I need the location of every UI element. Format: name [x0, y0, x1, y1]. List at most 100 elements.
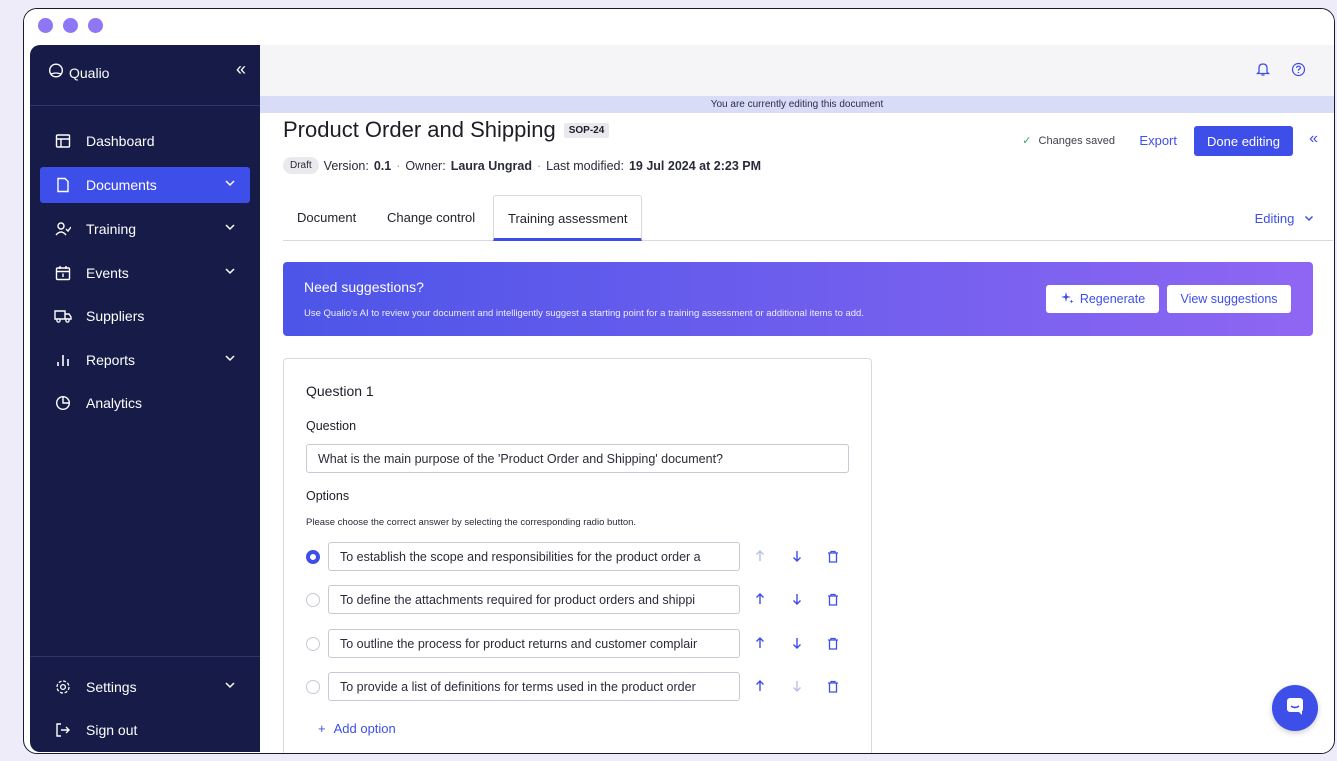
truck-icon: [54, 307, 72, 325]
document-icon: [54, 176, 72, 194]
tab-document[interactable]: Document: [283, 195, 370, 241]
chat-icon: [1285, 696, 1305, 721]
move-up-icon[interactable]: [753, 592, 767, 606]
done-editing-button[interactable]: Done editing: [1194, 126, 1293, 156]
sidebar-item-sign-out[interactable]: Sign out: [40, 712, 250, 748]
sidebar-item-label: Suppliers: [86, 308, 145, 324]
tab-bar: Document Change control Training assessm…: [283, 195, 1333, 241]
collapse-panel-icon[interactable]: «: [1309, 130, 1318, 148]
sidebar-item-training[interactable]: Training: [40, 211, 250, 247]
sidebar-item-reports[interactable]: Reports: [40, 342, 250, 378]
pie-chart-icon: [54, 394, 72, 412]
sidebar-item-label: Documents: [86, 177, 157, 193]
move-up-icon[interactable]: [753, 679, 767, 693]
sidebar: Qualio « Dashboard Documents Training Ev…: [30, 45, 260, 752]
brand-name: Qualio: [69, 64, 110, 81]
chevron-down-icon: [224, 220, 236, 236]
option-input[interactable]: [328, 585, 740, 614]
trash-icon[interactable]: [826, 592, 840, 606]
sidebar-item-label: Training: [86, 221, 137, 237]
modified-value: 19 Jul 2024 at 2:23 PM: [628, 158, 761, 173]
editing-banner: You are currently editing this document: [260, 96, 1334, 113]
option-radio[interactable]: [306, 637, 320, 651]
sidebar-item-label: Settings: [86, 679, 137, 695]
plus-icon: +: [318, 721, 326, 736]
main-content: You are currently editing this document …: [260, 45, 1334, 753]
move-down-icon[interactable]: [790, 549, 804, 563]
option-row: [306, 542, 856, 571]
mode-dropdown[interactable]: Editing: [1255, 211, 1314, 226]
options-label: Options: [306, 489, 350, 503]
chevron-down-icon: [224, 351, 236, 367]
modified-label: Last modified:: [546, 158, 624, 173]
app-window: Qualio « Dashboard Documents Training Ev…: [23, 8, 1335, 754]
top-bar: [260, 45, 1334, 96]
suggestions-banner: Need suggestions? Use Qualio's AI to rev…: [283, 262, 1313, 336]
help-icon[interactable]: [1291, 62, 1306, 82]
move-down-icon[interactable]: [790, 679, 804, 693]
sidebar-item-analytics[interactable]: Analytics: [40, 385, 250, 421]
sidebar-item-label: Analytics: [86, 395, 143, 411]
sidebar-item-label: Events: [86, 265, 129, 281]
save-status: ✓ Changes saved: [1022, 134, 1115, 147]
question-label: Question: [306, 419, 357, 433]
window-maximize-dot[interactable]: [88, 18, 103, 33]
status-badge: Draft: [283, 157, 319, 174]
option-input[interactable]: [328, 672, 740, 701]
add-option-button[interactable]: + Add option: [318, 721, 396, 736]
regenerate-button[interactable]: Regenerate: [1046, 285, 1159, 313]
document-code-badge: SOP-24: [563, 122, 610, 138]
bell-icon[interactable]: [1255, 62, 1271, 82]
document-title: Product Order and Shipping: [283, 117, 556, 142]
option-radio[interactable]: [306, 680, 320, 694]
option-row: [306, 672, 856, 701]
move-down-icon[interactable]: [790, 592, 804, 606]
trash-icon[interactable]: [826, 679, 840, 693]
version-value: 0.1: [373, 158, 392, 173]
sparkle-icon: [1060, 291, 1074, 308]
window-close-dot[interactable]: [38, 18, 53, 33]
bar-chart-icon: [54, 351, 72, 369]
training-icon: [54, 220, 72, 238]
export-button[interactable]: Export: [1139, 133, 1177, 148]
tab-training-assessment[interactable]: Training assessment: [493, 195, 643, 241]
sidebar-item-dashboard[interactable]: Dashboard: [40, 123, 250, 159]
option-radio[interactable]: [306, 593, 320, 607]
sign-out-icon: [54, 721, 72, 739]
collapse-sidebar-icon[interactable]: «: [236, 59, 246, 80]
window-minimize-dot[interactable]: [63, 18, 78, 33]
option-row: [306, 585, 856, 614]
sidebar-item-documents[interactable]: Documents: [40, 167, 250, 203]
view-suggestions-button[interactable]: View suggestions: [1167, 285, 1291, 313]
sidebar-item-events[interactable]: Events: [40, 255, 250, 291]
sidebar-item-label: Reports: [86, 352, 136, 368]
question-card: Question 1 Question Options Please choos…: [283, 358, 872, 753]
brand-logo: Qualio: [48, 63, 109, 82]
option-input[interactable]: [328, 542, 740, 571]
sidebar-divider: [30, 105, 260, 106]
move-down-icon[interactable]: [790, 636, 804, 650]
sidebar-item-suppliers[interactable]: Suppliers: [40, 298, 250, 334]
sidebar-item-settings[interactable]: Settings: [40, 669, 250, 705]
option-radio[interactable]: [306, 550, 320, 564]
move-up-icon[interactable]: [753, 549, 767, 563]
chat-launcher-button[interactable]: [1272, 685, 1318, 731]
regenerate-label: Regenerate: [1079, 292, 1146, 306]
suggestions-title: Need suggestions?: [304, 279, 424, 295]
options-hint: Please choose the correct answer by sele…: [306, 517, 637, 528]
suggestions-subtitle: Use Qualio's AI to review your document …: [304, 308, 864, 319]
gear-icon: [54, 678, 72, 696]
add-option-label: Add option: [333, 721, 396, 736]
save-status-text: Changes saved: [1038, 135, 1115, 147]
trash-icon[interactable]: [826, 549, 840, 563]
trash-icon[interactable]: [826, 636, 840, 650]
check-icon: ✓: [1022, 135, 1032, 147]
chevron-down-icon: [224, 264, 236, 280]
mode-label: Editing: [1254, 211, 1295, 226]
move-up-icon[interactable]: [753, 636, 767, 650]
tab-change-control[interactable]: Change control: [373, 195, 489, 241]
qualio-logo-icon: [48, 63, 64, 82]
sidebar-divider: [30, 656, 260, 657]
question-input[interactable]: [306, 444, 849, 473]
option-input[interactable]: [328, 629, 740, 658]
